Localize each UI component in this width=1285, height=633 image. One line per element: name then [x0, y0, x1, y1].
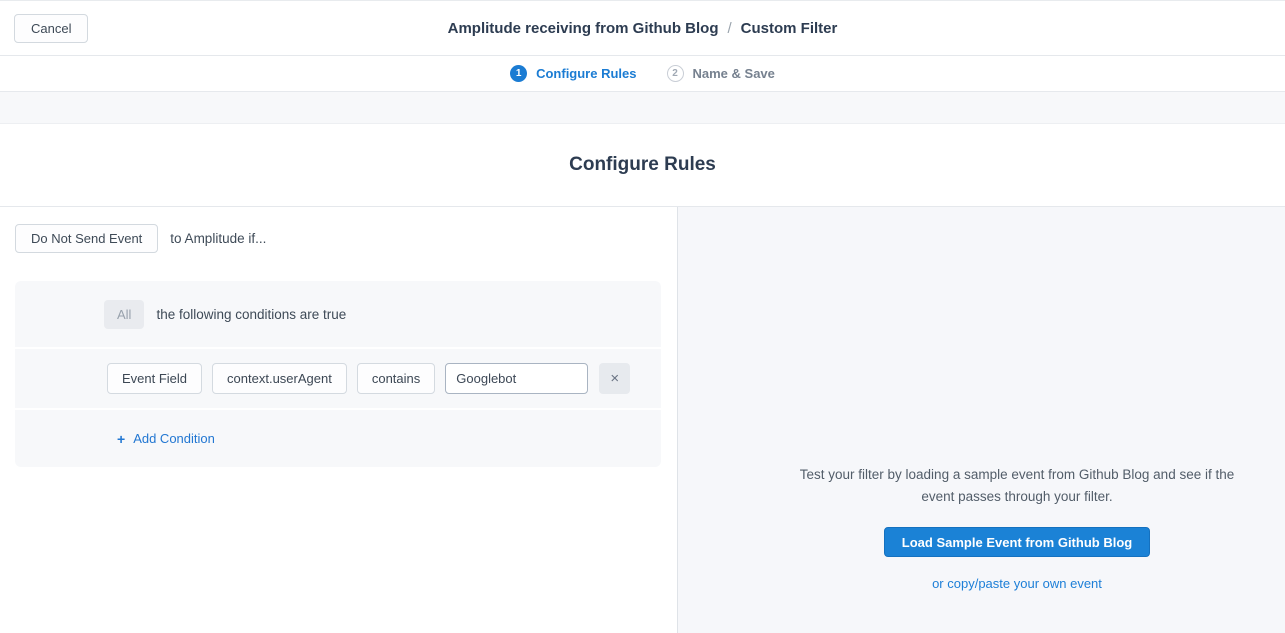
condition-type-button[interactable]: Event Field	[107, 363, 202, 394]
breadcrumb: Amplitude receiving from Github Blog / C…	[0, 1, 1285, 55]
breadcrumb-current-page: Custom Filter	[741, 20, 838, 37]
top-header-bar: Cancel Amplitude receiving from Github B…	[0, 1, 1285, 56]
title-section: Configure Rules	[0, 124, 1285, 207]
test-description: Test your filter by loading a sample eve…	[783, 464, 1251, 508]
filter-action-row: Do Not Send Event to Amplitude if...	[15, 224, 661, 253]
condition-group-header: All the following conditions are true	[15, 281, 661, 347]
group-operator-suffix: the following conditions are true	[156, 307, 346, 322]
test-filter-panel: Test your filter by loading a sample eve…	[678, 207, 1285, 633]
step-name-and-save[interactable]: 2 Name & Save	[667, 65, 775, 82]
step-configure-rules[interactable]: 1 Configure Rules	[510, 65, 636, 82]
page-title: Configure Rules	[569, 154, 716, 176]
breadcrumb-destination: Amplitude receiving from Github Blog	[448, 20, 719, 37]
breadcrumb-separator: /	[727, 20, 731, 37]
condition-field-button[interactable]: context.userAgent	[212, 363, 347, 394]
filter-action-button[interactable]: Do Not Send Event	[15, 224, 158, 253]
condition-value-input[interactable]	[445, 363, 588, 394]
plus-icon: +	[117, 431, 125, 447]
group-operator-button[interactable]: All	[104, 300, 144, 329]
condition-operator-button[interactable]: contains	[357, 363, 435, 394]
rules-panel: Do Not Send Event to Amplitude if... All…	[0, 207, 678, 633]
sub-header-band	[0, 92, 1285, 124]
close-icon: ×	[610, 370, 619, 387]
cancel-button[interactable]: Cancel	[14, 14, 88, 43]
add-condition-label: Add Condition	[133, 431, 215, 446]
filter-action-suffix: to Amplitude if...	[170, 231, 266, 246]
remove-condition-button[interactable]: ×	[599, 363, 630, 394]
step-1-label: Configure Rules	[536, 66, 636, 81]
paste-own-event-link[interactable]: or copy/paste your own event	[932, 576, 1102, 591]
load-sample-event-button[interactable]: Load Sample Event from Github Blog	[884, 527, 1150, 557]
step-1-circle: 1	[510, 65, 527, 82]
condition-row: Event Field context.userAgent contains ×	[15, 347, 661, 408]
condition-group: All the following conditions are true Ev…	[15, 281, 661, 467]
add-condition-link[interactable]: + Add Condition	[117, 431, 215, 447]
main-content: Do Not Send Event to Amplitude if... All…	[0, 207, 1285, 633]
step-indicator-bar: 1 Configure Rules 2 Name & Save	[0, 56, 1285, 92]
step-2-circle: 2	[667, 65, 684, 82]
custom-filter-screen: Cancel Amplitude receiving from Github B…	[0, 0, 1285, 633]
step-2-label: Name & Save	[693, 66, 775, 81]
add-condition-row: + Add Condition	[15, 408, 661, 467]
